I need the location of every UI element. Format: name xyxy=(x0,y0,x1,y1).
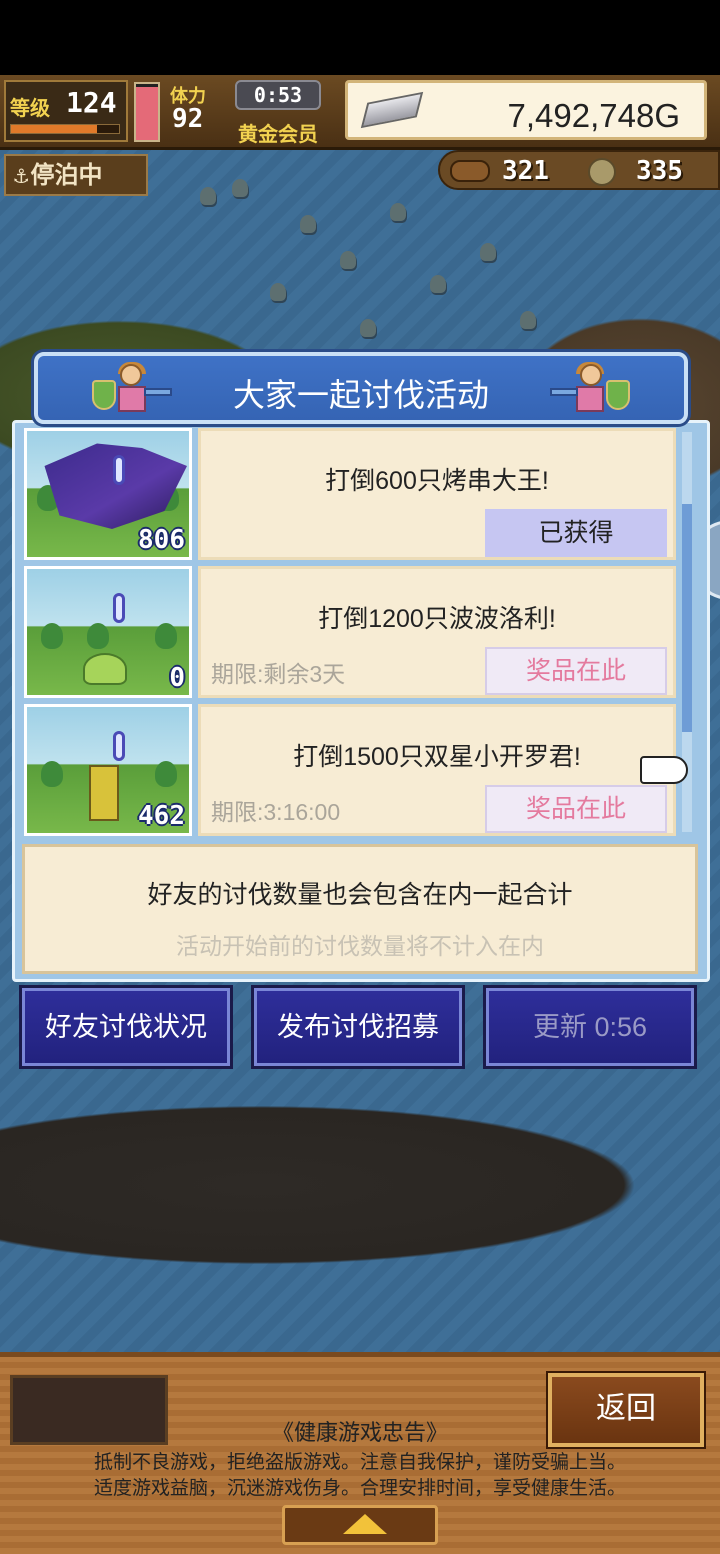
coin-icon xyxy=(588,158,616,186)
reef-rock xyxy=(232,179,248,197)
status-badge: ⚓停泊中 xyxy=(4,154,148,196)
event-deadline: 期限:剩余3天 xyxy=(211,661,346,687)
reef-rock xyxy=(520,311,536,329)
list-scrollbar-thumb[interactable] xyxy=(682,504,692,733)
level-progress-fill xyxy=(11,125,98,133)
money-panel: 7,492,748G xyxy=(345,80,707,140)
event-thumbnail: 806 xyxy=(24,428,192,560)
level-label: 等级 xyxy=(10,96,50,120)
target-marker-icon xyxy=(113,731,125,761)
stamina-timer: 0:53 xyxy=(235,80,321,110)
reef-rock xyxy=(390,203,406,221)
event-target: 打倒600只烤串大王! xyxy=(325,467,549,495)
event-thumbnail: 0 xyxy=(24,566,192,698)
level-progress-bar xyxy=(10,124,120,134)
reef-rock xyxy=(200,187,216,205)
silver-bar-icon xyxy=(360,91,424,129)
event-card: 打倒600只烤串大王! 已获得 xyxy=(198,428,676,560)
event-list[interactable]: 806 打倒600只烤串大王! 已获得 0 打倒1200只波波洛利! 期限:剩余… xyxy=(24,428,690,836)
friend-status-button[interactable]: 好友讨伐状况 xyxy=(22,988,230,1066)
health-notice-title: 《健康游戏忠告》 xyxy=(271,1420,448,1445)
event-row: 462 打倒1500只双星小开罗君! 期限:3:16:00 奖品在此 xyxy=(24,704,690,836)
event-card: 打倒1200只波波洛利! 期限:剩余3天 奖品在此 xyxy=(198,566,676,698)
wood-count: 321 xyxy=(502,156,549,186)
reef-rock xyxy=(300,215,316,233)
info-subtext: 活动开始前的讨伐数量将不计入在内 xyxy=(176,933,544,959)
health-notice-line: 适度游戏益脑，沉迷游戏伤身。合理安排时间，享受健康生活。 xyxy=(93,1478,626,1499)
target-marker-icon xyxy=(113,455,125,485)
reward-obtained-button[interactable]: 已获得 xyxy=(485,509,667,557)
stamina-value: 92 xyxy=(172,104,204,134)
resource-panel: 321 335 xyxy=(438,150,720,190)
event-dialog: 大家一起讨伐活动 806 打倒600只烤串大王! 已获得 0 打倒1200只波波… xyxy=(12,350,710,982)
event-row: 806 打倒600只烤串大王! 已获得 xyxy=(24,428,690,560)
status-badge-label: 停泊中 xyxy=(30,161,103,189)
wood-log-icon xyxy=(450,160,490,182)
event-thumbnail: 462 xyxy=(24,704,192,836)
stamina-gauge xyxy=(134,82,160,142)
defeat-count: 462 xyxy=(138,801,185,831)
money-value: 7,492,748G xyxy=(507,97,680,134)
refresh-button[interactable]: 更新 0:56 xyxy=(486,988,694,1066)
bottom-panel: 返回 《健康游戏忠告》 抵制不良游戏，拒绝盗版游戏。注意自我保护，谨防受骗上当。… xyxy=(0,1352,720,1554)
event-target: 打倒1500只双星小开罗君! xyxy=(293,743,581,771)
skewer-king-monster-icon xyxy=(44,443,187,529)
post-recruit-button[interactable]: 发布讨伐招募 xyxy=(254,988,462,1066)
event-deadline: 期限:3:16:00 xyxy=(211,799,341,825)
coin-count: 335 xyxy=(636,156,683,186)
event-target: 打倒1200只波波洛利! xyxy=(318,605,556,633)
pointer-hand-icon xyxy=(640,756,688,784)
twin-star-robot-icon xyxy=(89,765,119,821)
defeat-count: 0 xyxy=(169,663,185,693)
reef-rock xyxy=(340,251,356,269)
defeat-count: 806 xyxy=(138,525,185,555)
chevron-up-icon xyxy=(343,1514,387,1534)
level-value: 124 xyxy=(66,86,117,119)
reef-rock xyxy=(480,243,496,261)
prize-button[interactable]: 奖品在此 xyxy=(485,785,667,833)
info-box: 好友的讨伐数量也会包含在内一起合计 活动开始前的讨伐数量将不计入在内 xyxy=(22,844,698,974)
health-notice-line: 抵制不良游戏，拒绝盗版游戏。注意自我保护，谨防受骗上当。 xyxy=(93,1452,626,1473)
dialog-title-bar: 大家一起讨伐活动 xyxy=(34,352,688,424)
info-text: 好友的讨伐数量也会包含在内一起合计 xyxy=(147,881,573,909)
reef-rock xyxy=(430,275,446,293)
reef-rock xyxy=(270,283,286,301)
expand-button[interactable] xyxy=(282,1505,438,1545)
membership-badge[interactable]: 黄金会员 xyxy=(238,118,318,147)
target-marker-icon xyxy=(113,593,125,623)
hero-mascot-icon xyxy=(550,362,638,418)
event-row: 0 打倒1200只波波洛利! 期限:剩余3天 奖品在此 xyxy=(24,566,690,698)
event-card: 打倒1500只双星小开罗君! 期限:3:16:00 奖品在此 xyxy=(198,704,676,836)
slime-monster-icon xyxy=(83,653,127,685)
prize-button[interactable]: 奖品在此 xyxy=(485,647,667,695)
stamina-fill xyxy=(136,86,158,140)
reef-rock xyxy=(360,319,376,337)
anchor-icon: ⚓ xyxy=(14,161,29,189)
